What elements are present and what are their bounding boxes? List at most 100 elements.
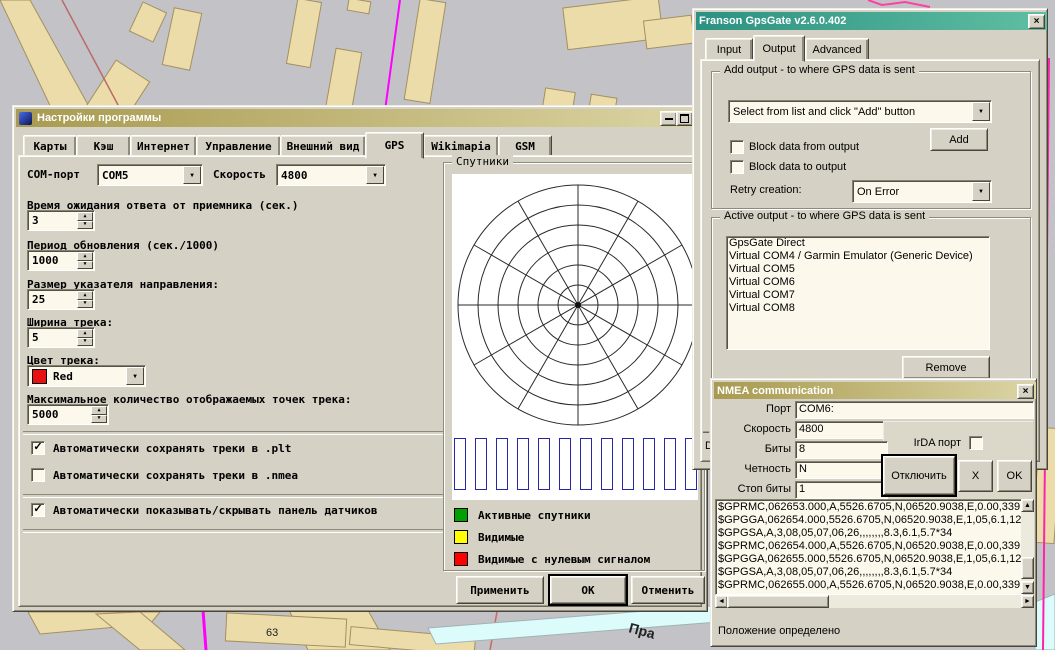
spin-down-icon[interactable]: ▼ [77, 338, 93, 347]
speed-combo[interactable]: 4800 ▼ [276, 164, 386, 186]
nmea-log-line: $GPRMC,062655.000,A,5526.6705,N,06520.90… [718, 579, 1022, 592]
max-points-spinner[interactable]: 5000 ▲▼ [27, 404, 109, 425]
output-list-item[interactable]: Virtual COM6 [727, 276, 989, 289]
track-color-combo[interactable]: Red ▼ [27, 365, 146, 387]
signal-bar [622, 438, 634, 490]
minimize-button[interactable] [660, 111, 677, 126]
settings-title-bar[interactable]: Настройки программы × [16, 109, 707, 127]
save-plt-checkbox[interactable]: ✓ [31, 441, 45, 455]
spin-down-icon[interactable]: ▼ [91, 415, 107, 424]
satellites-group: Спутники Активные спутники Видимы [443, 162, 705, 571]
chevron-down-icon[interactable]: ▼ [972, 182, 990, 201]
nmea-window: NMEA communication × Порт COM6: Скорость… [710, 378, 1037, 647]
block-from-label: Block data from output [749, 141, 859, 153]
add-output-group: Add output - to where GPS data is sent S… [711, 71, 1031, 209]
tab-advanced[interactable]: Advanced [805, 38, 869, 61]
spin-up-icon[interactable]: ▲ [77, 329, 93, 338]
stopbits-label: Стоп биты [715, 483, 791, 495]
chevron-down-icon[interactable]: ▼ [366, 166, 384, 184]
nmea-ok-button[interactable]: OK [997, 460, 1032, 492]
signal-bar [475, 438, 487, 490]
com-port-combo[interactable]: COM5 ▼ [97, 164, 203, 186]
pointer-size-spinner[interactable]: 25 ▲▼ [27, 289, 95, 310]
nmea-title-bar[interactable]: NMEA communication × [714, 382, 1036, 399]
nmea-log-line: $GPGSA,A,3,08,05,07,06,26,,,,,,,,8.3,6.1… [718, 566, 1022, 579]
nmea-log[interactable]: $GPRMC,062653.000,A,5526.6705,N,06520.90… [715, 499, 1023, 595]
output-list-item[interactable]: GpsGate Direct [727, 237, 989, 250]
active-output-group-label: Active output - to where GPS data is sen… [720, 210, 929, 222]
remove-button[interactable]: Remove [902, 356, 990, 379]
save-plt-label: Автоматически сохранять треки в .plt [53, 442, 291, 455]
satellite-plot-panel [452, 174, 698, 500]
tab-gps[interactable]: GPS [365, 132, 424, 159]
timeout-spinner[interactable]: 3 ▲▼ [27, 210, 95, 231]
tab-output[interactable]: Output [753, 35, 805, 62]
baud-input[interactable]: 4800 [795, 421, 888, 439]
close-button[interactable]: × [1017, 384, 1034, 399]
nmea-log-line: $GPRMC,062654.000,A,5526.6705,N,06520.90… [718, 540, 1022, 553]
parity-input[interactable]: N [795, 461, 888, 479]
chevron-down-icon[interactable]: ▼ [972, 102, 990, 121]
port-label: Порт [715, 403, 791, 415]
spin-up-icon[interactable]: ▲ [77, 291, 93, 300]
separator [23, 494, 443, 498]
retry-creation-combo[interactable]: On Error ▼ [852, 180, 992, 203]
spin-down-icon[interactable]: ▼ [77, 300, 93, 309]
bits-input[interactable]: 8 [795, 441, 888, 459]
irda-checkbox[interactable] [969, 436, 983, 450]
scroll-right-icon[interactable]: ► [1021, 595, 1034, 608]
maximize-button[interactable] [676, 111, 693, 126]
block-from-checkbox[interactable] [730, 140, 744, 154]
satellites-group-label: Спутники [452, 155, 513, 168]
horizontal-scrollbar[interactable]: ◄ ► [715, 595, 1034, 608]
apply-button[interactable]: Применить [456, 576, 544, 604]
signal-bar [580, 438, 592, 490]
map-building-number: 63 [266, 627, 278, 639]
nmea-log-line: $GPRMC,062653.000,A,5526.6705,N,06520.90… [718, 501, 1022, 514]
chevron-down-icon[interactable]: ▼ [183, 166, 201, 184]
signal-bar [454, 438, 466, 490]
port-input[interactable]: COM6: [795, 401, 1034, 419]
tab-input[interactable]: Input [705, 38, 753, 61]
ok-button[interactable]: ОК [550, 576, 626, 604]
legend-color-swatch [454, 552, 468, 566]
vertical-scrollbar[interactable]: ▲ ▼ [1021, 499, 1034, 594]
scrollbar-thumb[interactable] [727, 595, 829, 608]
track-width-spinner[interactable]: 5 ▲▼ [27, 327, 95, 348]
spin-up-icon[interactable]: ▲ [77, 212, 93, 221]
add-button[interactable]: Add [930, 128, 988, 151]
scroll-up-icon[interactable]: ▲ [1021, 499, 1034, 512]
bits-label: Биты [715, 443, 791, 455]
output-list-item[interactable]: Virtual COM4 / Garmin Emulator (Generic … [727, 250, 989, 263]
scroll-down-icon[interactable]: ▼ [1021, 581, 1034, 594]
active-output-list[interactable]: GpsGate DirectVirtual COM4 / Garmin Emul… [726, 236, 990, 350]
satellite-legend: Активные спутники Видимые Видимые с нуле… [454, 508, 698, 574]
output-select-combo[interactable]: Select from list and click "Add" button … [728, 100, 992, 123]
save-nmea-checkbox[interactable] [31, 468, 45, 482]
spin-up-icon[interactable]: ▲ [91, 406, 107, 415]
x-button[interactable]: X [958, 460, 993, 492]
chevron-down-icon[interactable]: ▼ [126, 367, 144, 385]
gpsgate-window-title: Franson GpsGate v2.6.0.402 [699, 15, 846, 27]
output-list-item[interactable]: Virtual COM7 [727, 289, 989, 302]
sensors-panel-checkbox[interactable]: ✓ [31, 503, 45, 517]
block-to-checkbox[interactable] [730, 160, 744, 174]
baud-label: Скорость [715, 423, 791, 435]
cancel-button[interactable]: Отменить [631, 576, 705, 604]
close-button[interactable]: × [1028, 14, 1045, 29]
update-period-spinner[interactable]: 1000 ▲▼ [27, 250, 95, 271]
spin-down-icon[interactable]: ▼ [77, 261, 93, 270]
output-list-item[interactable]: Virtual COM8 [727, 302, 989, 315]
nmea-window-title: NMEA communication [717, 385, 833, 397]
maximize-icon [680, 114, 689, 123]
spin-up-icon[interactable]: ▲ [77, 252, 93, 261]
output-list-item[interactable]: Virtual COM5 [727, 263, 989, 276]
scrollbar-thumb[interactable] [1021, 557, 1034, 579]
stopbits-input[interactable]: 1 [795, 481, 888, 499]
disconnect-button[interactable]: Отключить [883, 456, 955, 495]
signal-bar [496, 438, 508, 490]
sensors-panel-label: Автоматически показывать/скрывать панель… [53, 504, 378, 517]
spin-down-icon[interactable]: ▼ [77, 221, 93, 230]
block-to-label: Block data to output [749, 161, 846, 173]
gpsgate-title-bar[interactable]: Franson GpsGate v2.6.0.402 × [696, 12, 1047, 30]
